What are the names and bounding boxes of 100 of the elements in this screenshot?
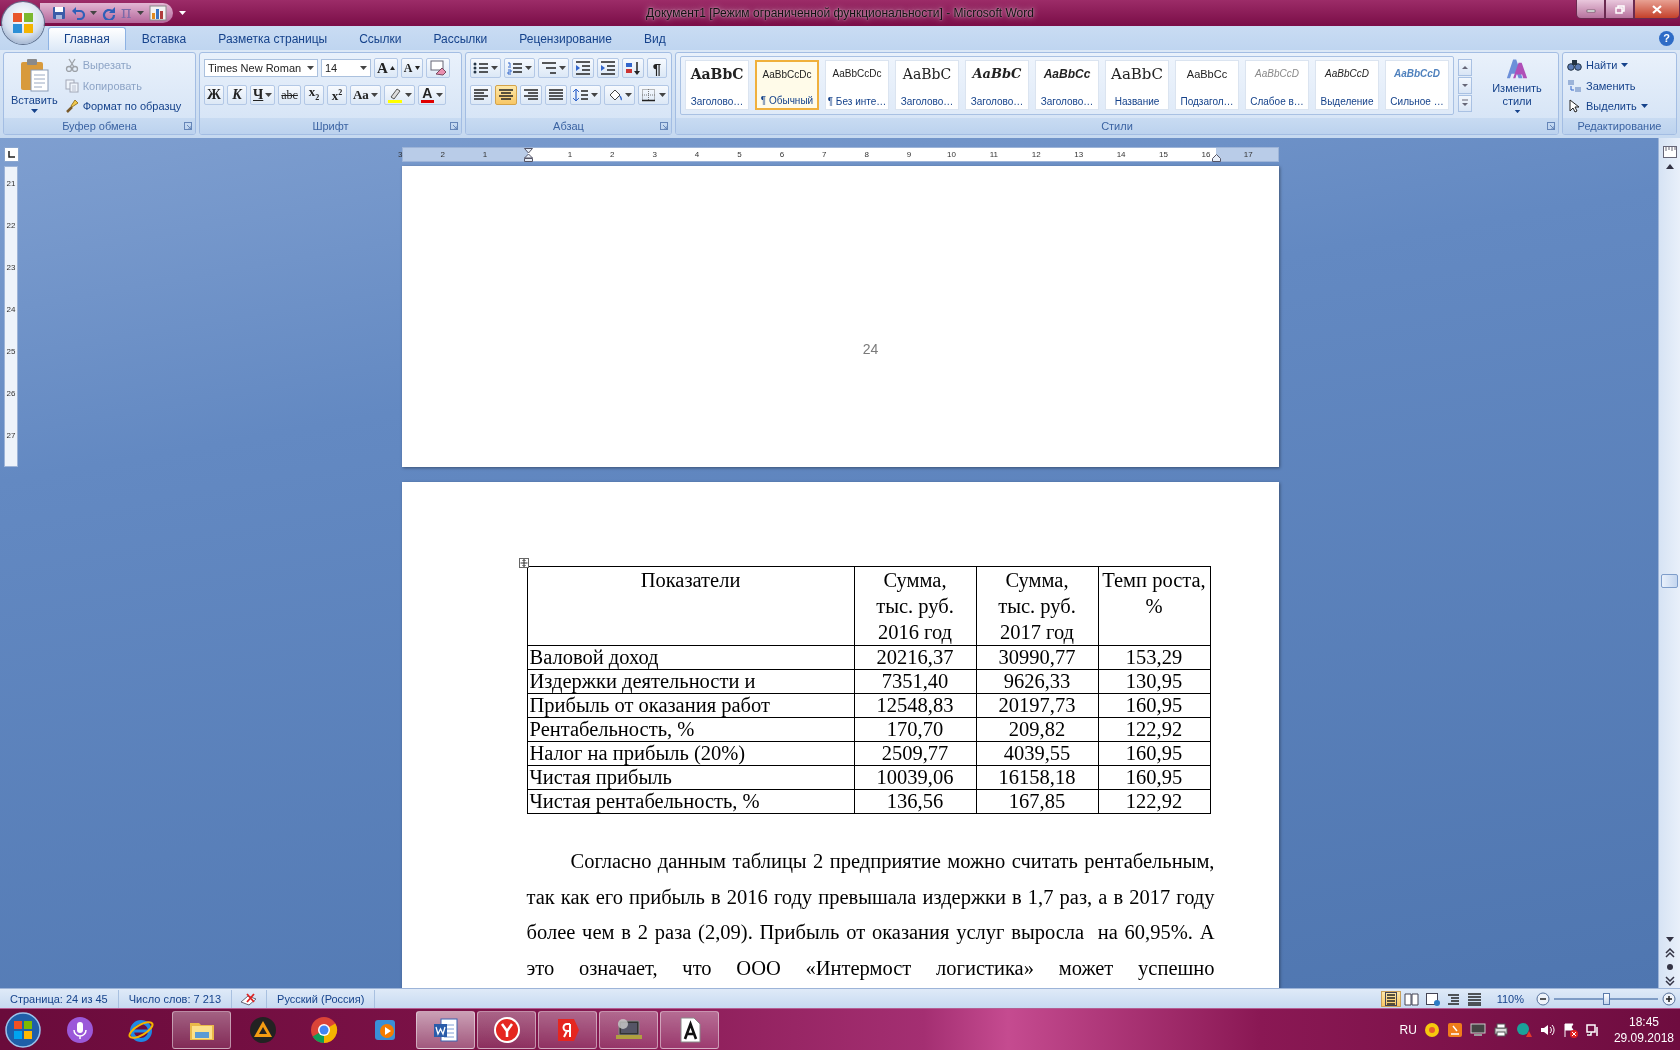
- network-icon[interactable]: [1584, 1021, 1601, 1038]
- app-tile-icon[interactable]: [1446, 1021, 1463, 1038]
- multilevel-list-button[interactable]: [538, 58, 569, 78]
- superscript-button[interactable]: x$^{2}$: [326, 85, 347, 105]
- decrease-indent-button[interactable]: [572, 58, 594, 78]
- spelling-check-icon[interactable]: [240, 991, 259, 1006]
- increase-indent-button[interactable]: [597, 58, 619, 78]
- taskbar-button[interactable]: [538, 1010, 597, 1049]
- triangle-logo-icon[interactable]: [248, 1015, 277, 1044]
- zoom-level[interactable]: 110%: [1488, 992, 1532, 1005]
- paste-button[interactable]: Вставить: [8, 56, 61, 115]
- bullets-button[interactable]: [470, 58, 501, 78]
- table-move-handle-icon[interactable]: [518, 558, 529, 568]
- style-item[interactable]: AaBbCc Заголово…: [1035, 60, 1099, 110]
- replace-button[interactable]: Заменить: [1567, 76, 1648, 95]
- show-formatting-marks-button[interactable]: ¶: [647, 58, 667, 78]
- taskbar-button[interactable]: [172, 1010, 231, 1049]
- save-icon[interactable]: [52, 6, 66, 20]
- chart-icon[interactable]: [148, 5, 167, 21]
- browse-object-icon[interactable]: [1664, 962, 1675, 972]
- ruler-toggle-icon[interactable]: [1662, 146, 1677, 158]
- style-item[interactable]: AaBbCcD Выделение: [1315, 60, 1379, 110]
- monitor-icon[interactable]: [1469, 1021, 1486, 1038]
- style-item[interactable]: AaBbCc Подзагол…: [1175, 60, 1239, 110]
- start-button[interactable]: [4, 1010, 42, 1049]
- font-name-dropdown[interactable]: Times New Roman: [204, 59, 318, 77]
- shield-warning-icon[interactable]: [1515, 1021, 1532, 1038]
- ribbon-tab[interactable]: Рецензирование: [503, 27, 628, 50]
- style-item[interactable]: AaBbCcDc ¶ Без инте…: [825, 60, 889, 110]
- align-right-button[interactable]: [520, 85, 542, 105]
- keyboard-language[interactable]: RU: [1399, 1022, 1417, 1037]
- borders-button[interactable]: [638, 85, 669, 105]
- minimize-button[interactable]: [1576, 0, 1605, 19]
- grow-font-button[interactable]: A: [374, 58, 398, 78]
- page-indicator[interactable]: Страница: 24 из 45: [0, 989, 119, 1008]
- highlight-button[interactable]: [383, 85, 415, 105]
- strikethrough-button[interactable]: abc: [278, 85, 301, 105]
- ribbon-tab[interactable]: Вставка: [125, 27, 203, 50]
- scroll-up-arrow-icon[interactable]: [1664, 162, 1675, 170]
- justify-button[interactable]: [545, 85, 567, 105]
- align-center-button[interactable]: [495, 85, 517, 105]
- printer-icon[interactable]: [1492, 1021, 1509, 1038]
- scroll-down-arrow-icon[interactable]: [1664, 936, 1675, 944]
- style-item[interactable]: AaBbC Название: [1105, 60, 1169, 110]
- font-color-button[interactable]: A: [417, 85, 446, 105]
- right-indent-marker-icon[interactable]: [1211, 154, 1221, 162]
- indent-marker-icon[interactable]: [523, 148, 533, 162]
- style-item[interactable]: AaBbCcD Слабое в…: [1245, 60, 1309, 110]
- dialog-launcher-icon[interactable]: [184, 122, 192, 130]
- redo-icon[interactable]: [102, 6, 116, 20]
- subscript-button[interactable]: x$_{2}$: [303, 85, 324, 105]
- more-styles-icon[interactable]: [1458, 95, 1472, 112]
- zoom-in-icon[interactable]: [1662, 991, 1676, 1006]
- change-styles-button[interactable]: Изменить стили: [1482, 56, 1552, 115]
- office-button[interactable]: [2, 2, 44, 44]
- bold-button[interactable]: Ж: [204, 85, 224, 105]
- scroll-up-icon[interactable]: [1458, 59, 1472, 76]
- vertical-scrollbar[interactable]: [1658, 138, 1680, 988]
- change-case-button[interactable]: Aa: [349, 85, 381, 105]
- align-left-button[interactable]: [470, 85, 492, 105]
- style-item[interactable]: AaBbC Заголово…: [895, 60, 959, 110]
- ribbon-tab[interactable]: Рассылки: [417, 27, 504, 50]
- word-count[interactable]: Число слов: 7 213: [118, 989, 233, 1008]
- microphone-icon[interactable]: [65, 1015, 94, 1044]
- shading-button[interactable]: [604, 85, 635, 105]
- taskbar-button[interactable]: [477, 1010, 536, 1049]
- numbering-button[interactable]: [504, 58, 535, 78]
- line-spacing-button[interactable]: [570, 85, 601, 105]
- ribbon-tab[interactable]: Главная: [48, 27, 126, 50]
- zoom-out-icon[interactable]: [1536, 991, 1550, 1006]
- undo-icon[interactable]: [71, 6, 85, 20]
- restore-button[interactable]: [1605, 0, 1634, 19]
- round-logo-icon[interactable]: [309, 1015, 338, 1044]
- scroll-down-icon[interactable]: [1458, 77, 1472, 94]
- zoom-slider-thumb[interactable]: [1603, 992, 1610, 1005]
- next-page-icon[interactable]: [1664, 976, 1675, 988]
- style-item[interactable]: AaBbCcDc ¶ Обычный: [755, 60, 819, 110]
- flower-icon[interactable]: [1423, 1021, 1440, 1038]
- taskbar-button[interactable]: [416, 1010, 475, 1049]
- taskbar-button[interactable]: [660, 1010, 719, 1049]
- select-button[interactable]: Выделить: [1567, 97, 1648, 115]
- shrink-font-button[interactable]: A: [400, 58, 423, 78]
- view-button[interactable]: [1380, 990, 1401, 1007]
- close-button[interactable]: [1634, 0, 1680, 19]
- underline-button[interactable]: Ч: [250, 85, 276, 105]
- ribbon-tab[interactable]: Разметка страницы: [202, 27, 344, 50]
- dialog-launcher-icon[interactable]: [1547, 122, 1555, 130]
- language-indicator[interactable]: Русский (Россия): [267, 989, 376, 1008]
- font-size-dropdown[interactable]: 14: [321, 59, 371, 77]
- dialog-launcher-icon[interactable]: [660, 122, 668, 130]
- ribbon-tab[interactable]: Вид: [627, 27, 682, 50]
- sort-button[interactable]: [622, 58, 644, 78]
- clear-formatting-button[interactable]: [425, 58, 450, 78]
- scrollbar-thumb[interactable]: [1661, 574, 1678, 588]
- style-item[interactable]: AaBbC Заголово…: [965, 60, 1029, 110]
- dialog-launcher-icon[interactable]: [450, 122, 458, 130]
- previous-page-icon[interactable]: [1664, 948, 1675, 958]
- tab-selector-button[interactable]: [3, 147, 19, 162]
- style-item[interactable]: AaBbC Заголово…: [685, 60, 749, 110]
- format-painter-button[interactable]: Формат по образцу: [64, 97, 182, 115]
